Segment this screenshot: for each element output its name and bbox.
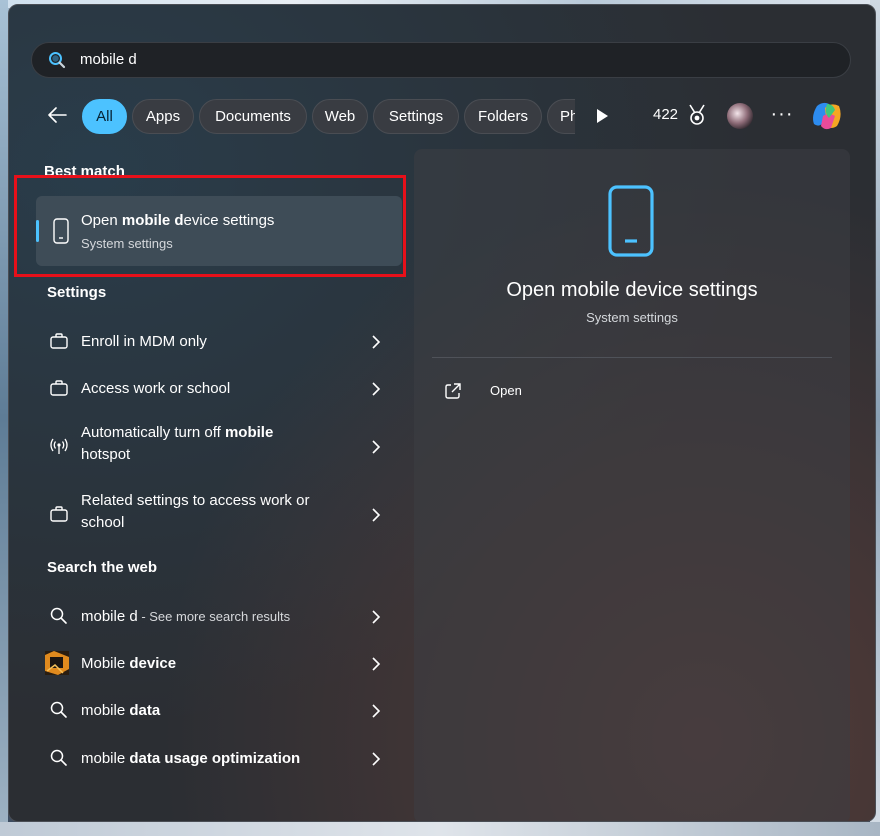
result-label: Mobile device	[81, 655, 177, 672]
hotspot-icon	[50, 438, 68, 454]
briefcase-icon	[50, 506, 68, 522]
filter-chip-folders[interactable]: Folders	[464, 99, 542, 134]
filter-chip-apps[interactable]: Apps	[132, 99, 194, 134]
phone-icon	[608, 185, 654, 257]
best-match-heading: Best match	[44, 163, 125, 180]
desktop-background-left	[0, 0, 8, 836]
best-match-title: Open mobile device settings	[81, 212, 275, 229]
preview-title: Open mobile device settings	[506, 279, 758, 301]
chevron-right-icon	[372, 752, 381, 766]
settings-result-hotspot[interactable]: Automatically turn off mobile hotspot	[36, 421, 402, 471]
selection-indicator	[36, 220, 39, 242]
web-result-mobile-data[interactable]: mobile data	[36, 696, 402, 726]
best-match-result[interactable]: Open mobile device settings System setti…	[36, 196, 402, 266]
back-button[interactable]	[43, 101, 71, 129]
web-result-data-usage[interactable]: mobile data usage optimization	[36, 744, 402, 774]
preview-subtitle: System settings	[586, 310, 678, 325]
filter-chip-all[interactable]: All	[82, 99, 127, 134]
best-match-subtitle: System settings	[81, 236, 173, 251]
web-result-mobile-device[interactable]: Mobile device	[36, 649, 402, 679]
settings-result-enroll-mdm[interactable]: Enroll in MDM only	[36, 327, 402, 357]
settings-result-related-work[interactable]: Related settings to access work or schoo…	[36, 489, 402, 539]
filter-chip-documents[interactable]: Documents	[199, 99, 307, 134]
phone-icon	[53, 218, 69, 244]
chevron-right-icon	[372, 440, 381, 454]
filter-chip-web[interactable]: Web	[312, 99, 368, 134]
divider	[432, 357, 832, 358]
open-action-label: Open	[490, 383, 522, 398]
result-label: Related settings to access work or schoo…	[81, 492, 310, 531]
search-icon	[50, 607, 67, 624]
back-arrow-icon	[48, 107, 67, 123]
chevron-right-icon	[372, 610, 381, 624]
filter-chip-settings[interactable]: Settings	[373, 99, 459, 134]
filter-chip-photos[interactable]: Ph	[547, 99, 575, 134]
rewards-medal-icon[interactable]	[687, 104, 707, 126]
search-icon	[50, 749, 67, 766]
result-label: mobile d - See more search results	[81, 608, 291, 625]
result-label: mobile data	[81, 702, 161, 719]
open-external-icon	[445, 383, 461, 399]
image-thumbnail-icon	[45, 651, 69, 675]
briefcase-icon	[50, 380, 68, 396]
chevron-right-icon	[372, 704, 381, 718]
more-options-icon[interactable]: ···	[769, 104, 795, 127]
chevron-right-icon	[372, 335, 381, 349]
settings-result-access-work[interactable]: Access work or school	[36, 374, 402, 404]
briefcase-icon	[50, 333, 68, 349]
result-label: Access work or school	[81, 380, 231, 397]
preview-pane: Open mobile device settings System setti…	[414, 149, 850, 821]
open-action-button[interactable]: Open	[440, 379, 580, 405]
start-search-panel: All Apps Documents Web Settings Folders …	[8, 4, 876, 822]
chevron-right-icon	[372, 382, 381, 396]
rewards-points: 422	[653, 106, 679, 123]
search-input[interactable]	[80, 43, 820, 77]
user-avatar[interactable]	[727, 103, 753, 129]
search-box[interactable]	[31, 42, 851, 78]
filter-chip-overflow: Ph	[547, 97, 575, 137]
search-icon	[49, 52, 66, 69]
web-result-see-more[interactable]: mobile d - See more search results	[36, 602, 402, 632]
result-label: Automatically turn off mobile hotspot	[81, 424, 274, 463]
desktop-background-bottom	[0, 822, 880, 836]
search-web-heading: Search the web	[47, 559, 158, 576]
scroll-filters-right-icon[interactable]	[593, 107, 611, 125]
chevron-right-icon	[372, 508, 381, 522]
result-label: Enroll in MDM only	[81, 333, 207, 350]
copilot-icon[interactable]	[809, 98, 845, 134]
chevron-right-icon	[372, 657, 381, 671]
result-label: mobile data usage optimization	[81, 750, 301, 767]
settings-heading: Settings	[47, 284, 107, 301]
search-icon	[50, 701, 67, 718]
